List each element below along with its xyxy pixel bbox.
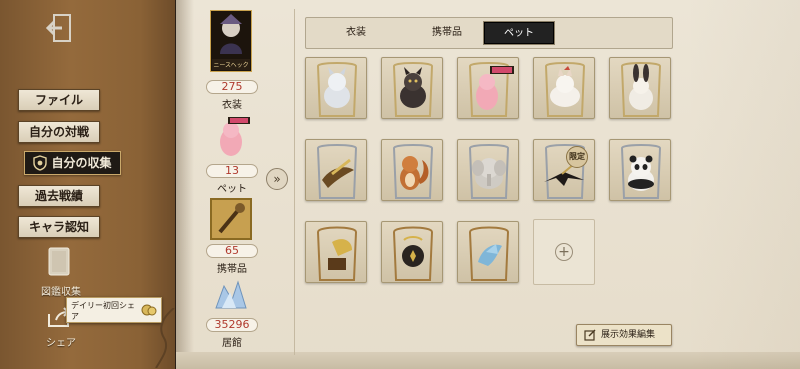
costume-label: 衣装 [222, 100, 242, 111]
shield-icon [33, 155, 48, 171]
manor-count: 35296 [206, 318, 258, 332]
tab-pet[interactable]: ペット [483, 21, 555, 45]
collection-content: 衣装 携帯品 ペット 限定 + [294, 9, 684, 355]
tooltip-text: デイリー初回シェア [71, 301, 135, 321]
black-bird-pet-icon [392, 226, 434, 281]
black-wolf-pet-icon [392, 62, 434, 117]
sidebar-item-file[interactable]: ファイル [18, 89, 100, 111]
gramophone-pet-icon [316, 226, 358, 281]
pet-slot[interactable] [457, 139, 519, 201]
pet-slot[interactable] [381, 139, 443, 201]
bird-pet-icon [316, 144, 358, 199]
sidebar-item-label: 自分の収集 [51, 156, 112, 170]
white-wolf-pet-icon [316, 62, 358, 117]
sidebar-item-my-matches[interactable]: 自分の対戦 [18, 121, 100, 143]
tab-accessory[interactable]: 携帯品 [412, 22, 482, 44]
pet-slot[interactable] [609, 57, 671, 119]
limited-badge: 限定 [566, 146, 588, 168]
add-pet-slot[interactable]: + [533, 219, 595, 285]
manor-label: 居館 [222, 338, 242, 349]
pet-stat-image[interactable] [210, 114, 252, 160]
manor-stat-image[interactable] [210, 278, 252, 314]
elephant-pet-icon [468, 144, 510, 199]
card-caption: ニースヘック [213, 62, 248, 69]
sidebar-item-my-collection[interactable]: 自分の収集 [24, 151, 121, 175]
pink-creature-pet-icon [468, 62, 514, 117]
pet-slot[interactable] [381, 221, 443, 283]
pet-slot[interactable] [305, 139, 367, 201]
paper-shadow [176, 0, 194, 369]
crow-pet-icon [544, 144, 586, 199]
pet-label: ペット [217, 184, 247, 195]
rabbit-pet-icon [620, 62, 662, 117]
exit-icon[interactable] [44, 12, 74, 44]
double-chevron-right-icon: » [273, 172, 281, 186]
blue-bird-pet-icon [468, 226, 510, 281]
tab-bar: 衣装 携帯品 ペット [305, 17, 673, 49]
costume-count: 275 [206, 80, 258, 94]
book-icon[interactable] [46, 246, 72, 278]
edit-display-effect-button[interactable]: 展示効果編集 [576, 324, 672, 346]
pet-slot[interactable] [533, 57, 595, 119]
pet-slot[interactable] [457, 57, 519, 119]
corner-ornament [155, 308, 175, 368]
pet-slot[interactable] [381, 57, 443, 119]
white-fox-pet-icon [544, 62, 586, 117]
panda-pet-icon [620, 144, 662, 199]
right-margin [686, 0, 800, 369]
accessory-stat-image[interactable] [210, 198, 252, 240]
share-label: シェア [46, 338, 76, 349]
expand-arrow-button[interactable]: » [266, 168, 288, 190]
accessory-label: 携帯品 [217, 264, 247, 275]
pet-slot[interactable] [305, 57, 367, 119]
daily-share-tooltip: デイリー初回シェア [66, 297, 162, 323]
pet-slot[interactable]: 限定 [533, 139, 595, 201]
accessory-count: 65 [206, 244, 258, 258]
edit-display-effect-label: 展示効果編集 [601, 330, 656, 340]
tab-costume[interactable]: 衣装 [326, 22, 386, 44]
edit-icon [584, 329, 596, 341]
sidebar-item-character-recognition[interactable]: キャラ認知 [18, 216, 100, 238]
book-label: 図鑑収集 [41, 287, 81, 298]
pet-count: 13 [206, 164, 258, 178]
pet-slot[interactable] [457, 221, 519, 283]
pet-slot[interactable] [609, 139, 671, 201]
squirrel-pet-icon [392, 144, 434, 199]
plus-icon: + [555, 243, 573, 261]
sidebar-item-past-records[interactable]: 過去戦績 [18, 185, 100, 207]
pet-slot[interactable] [305, 221, 367, 283]
costume-card-image[interactable]: ニースヘック [210, 10, 252, 72]
